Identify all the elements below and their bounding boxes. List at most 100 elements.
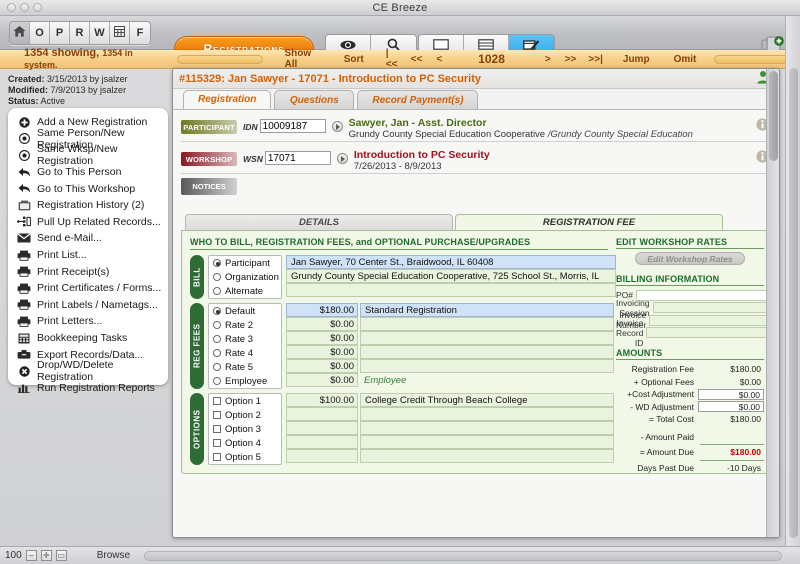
record-tabs[interactable]: Registration Questions Record Payment(s)… [173, 89, 779, 110]
radio-icon[interactable] [213, 377, 221, 385]
fee-option-rate-2[interactable]: Rate 2 [209, 318, 281, 332]
sidebar-item-run-registration-reports[interactable]: Run Registration Reports [8, 380, 168, 397]
fee-option-default[interactable]: Default [209, 304, 281, 318]
zoom-in-button[interactable]: ✛ [40, 550, 52, 561]
sidebar-item-drop-delete-registration[interactable]: Drop/WD/Delete Registration [8, 359, 168, 383]
tab-registration-fee[interactable]: REGISTRATION FEE [455, 214, 723, 230]
fee-amount-rate-4[interactable]: $0.00 [286, 345, 358, 359]
fee-option-rate-3[interactable]: Rate 3 [209, 332, 281, 346]
workshop-go-button[interactable] [336, 153, 348, 164]
tab-questions[interactable]: Questions [274, 90, 355, 109]
option-desc-2[interactable] [360, 407, 614, 421]
bill-option-alternate[interactable]: Alternate [209, 284, 281, 298]
option-desc-1[interactable]: College Credit Through Beach College [360, 393, 614, 407]
bill-option-participant[interactable]: Participant [209, 256, 281, 270]
sidebar-item-print-labels[interactable]: Print Labels / Nametags... [8, 297, 168, 314]
nav-grid-button[interactable] [110, 22, 130, 44]
fee-option-rate-5[interactable]: Rate 5 [209, 360, 281, 374]
radio-icon[interactable] [213, 349, 221, 357]
tab-registration[interactable]: Registration [183, 90, 272, 109]
radio-icon[interactable] [213, 363, 221, 371]
sidebar-item-same-workshop-new-registration[interactable]: Same Wksp/New Registration [8, 143, 168, 167]
po-number-input[interactable] [636, 289, 779, 301]
fee-desc-rate-4[interactable] [360, 345, 614, 359]
invoicing-session-input[interactable] [652, 302, 779, 314]
prev-record-button[interactable]: < [436, 54, 442, 65]
tab-record-payments[interactable]: Record Payment(s) [357, 90, 479, 109]
sidebar-item-bookkeeping-tasks[interactable]: Bookkeeping Tasks [8, 330, 168, 347]
edit-workshop-rates-button[interactable]: Edit Workshop Rates [635, 252, 745, 265]
nav-f-button[interactable]: F [130, 22, 150, 44]
sidebar-item-print-letters[interactable]: Print Letters... [8, 313, 168, 330]
inner-tabs[interactable]: DETAILS REGISTRATION FEE [181, 214, 771, 230]
fee-option-employee[interactable]: Employee [209, 374, 281, 388]
fee-desc-default[interactable]: Standard Registration [360, 303, 614, 317]
next-record-button[interactable]: > [545, 54, 551, 65]
current-record-number[interactable]: 1028 [478, 52, 505, 66]
radio-icon[interactable] [213, 321, 221, 329]
purchase-option-4[interactable]: Option 4 [209, 436, 281, 450]
sidebar-item-print-list[interactable]: Print List... [8, 247, 168, 264]
radio-icon[interactable] [213, 307, 221, 315]
last-record-button[interactable]: >>| [588, 54, 602, 65]
fee-desc-rate-3[interactable] [360, 331, 614, 345]
fee-amount-default[interactable]: $180.00 [286, 303, 358, 317]
bill-address-alternate[interactable] [286, 283, 616, 297]
fee-option-rate-4[interactable]: Rate 4 [209, 346, 281, 360]
nav-w-button[interactable]: W [90, 22, 110, 44]
bill-option-organization[interactable]: Organization [209, 270, 281, 284]
option-desc-5[interactable] [360, 449, 614, 463]
nav-r-button[interactable]: R [70, 22, 90, 44]
jump-button[interactable]: Jump [623, 54, 650, 65]
fee-amount-rate-3[interactable]: $0.00 [286, 331, 358, 345]
sidebar-item-go-to-workshop[interactable]: Go to This Workshop [8, 180, 168, 197]
purchase-option-1[interactable]: Option 1 [209, 394, 281, 408]
sidebar-item-pull-up-related-records[interactable]: Pull Up Related Records... [8, 214, 168, 231]
participant-id-input[interactable] [259, 119, 326, 133]
option-amount-3[interactable] [286, 421, 358, 435]
radio-icon[interactable] [213, 259, 221, 267]
window-scroll-thumb[interactable] [789, 68, 798, 538]
checkbox-icon[interactable] [213, 453, 221, 461]
fee-desc-rate-2[interactable] [360, 317, 614, 331]
tab-details[interactable]: DETAILS [185, 214, 453, 230]
fee-amount-rate-5[interactable]: $0.00 [286, 359, 358, 373]
nav-home-button[interactable] [10, 22, 30, 44]
fee-amount-rate-2[interactable]: $0.00 [286, 317, 358, 331]
zoom-controls[interactable]: 100 – ✛ ▭ [5, 550, 67, 561]
nav-p-button[interactable]: P [50, 22, 70, 44]
bill-address-organization[interactable]: Grundy County Special Education Cooperat… [286, 269, 616, 283]
option-amount-2[interactable] [286, 407, 358, 421]
purchase-option-3[interactable]: Option 3 [209, 422, 281, 436]
workshop-id-input[interactable] [264, 151, 331, 165]
sidebar-item-send-email[interactable]: Send e-Mail... [8, 230, 168, 247]
option-desc-4[interactable] [360, 435, 614, 449]
toggle-sidebar-button[interactable]: ▭ [55, 550, 67, 561]
next-page-button[interactable]: >> [565, 54, 577, 65]
fee-amount-employee[interactable]: $0.00 [286, 373, 358, 387]
sort-button[interactable]: Sort [344, 54, 364, 65]
bill-address-participant[interactable]: Jan Sawyer, 70 Center St., Braidwood, IL… [286, 255, 616, 269]
module-nav-buttons[interactable]: O P R W F [9, 21, 151, 45]
mode-indicator[interactable]: Browse [97, 550, 130, 561]
window-vertical-scrollbar[interactable] [785, 16, 800, 564]
participant-go-button[interactable] [331, 121, 343, 132]
radio-icon[interactable] [213, 287, 221, 295]
show-all-button[interactable]: Show All [285, 48, 322, 70]
prev-page-button[interactable]: << [411, 54, 423, 65]
checkbox-icon[interactable] [213, 397, 221, 405]
radio-icon[interactable] [213, 273, 221, 281]
first-record-button[interactable]: |<< [386, 48, 399, 70]
radio-icon[interactable] [213, 335, 221, 343]
invoice-record-id-input[interactable] [646, 327, 779, 339]
sidebar-item-print-receipts[interactable]: Print Receipt(s) [8, 263, 168, 280]
zoom-out-button[interactable]: – [25, 550, 37, 561]
record-vertical-scrollbar[interactable] [766, 69, 779, 537]
checkbox-icon[interactable] [213, 439, 221, 447]
purchase-option-5[interactable]: Option 5 [209, 450, 281, 464]
cost-adjustment-input[interactable]: $0.00 [698, 388, 764, 400]
option-amount-4[interactable] [286, 435, 358, 449]
invoice-number-input[interactable] [649, 314, 779, 326]
purchase-option-2[interactable]: Option 2 [209, 408, 281, 422]
sidebar-item-print-certificates[interactable]: Print Certificates / Forms... [8, 280, 168, 297]
